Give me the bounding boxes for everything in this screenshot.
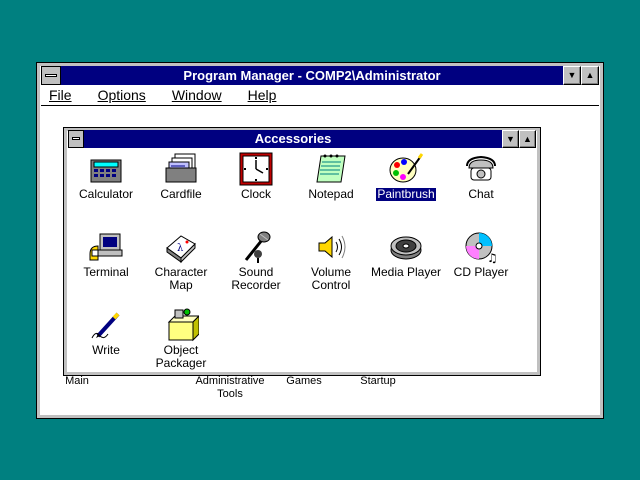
program-calculator[interactable]: Calculator — [66, 152, 146, 201]
svg-text:λ: λ — [177, 243, 184, 254]
paintbrush-icon — [388, 152, 424, 186]
character-map-icon: λ — [163, 230, 199, 264]
program-calculator-label: Calculator — [78, 187, 134, 201]
program-cd-player-label: CD Player — [453, 265, 509, 279]
program-cardfile-label: Cardfile — [160, 187, 202, 201]
accessories-system-menu-button[interactable] — [68, 130, 84, 148]
program-chat[interactable]: Chat — [441, 152, 521, 201]
accessories-window: Accessories ▼ ▲ Calculator Cardfile Cloc… — [63, 127, 541, 376]
menu-options[interactable]: Options — [98, 87, 146, 103]
group-startup-label: Startup — [360, 375, 396, 387]
menu-help[interactable]: Help — [248, 87, 277, 103]
program-volume-control-label: Volume Control — [310, 265, 352, 292]
minimize-button[interactable]: ▼ — [563, 66, 581, 85]
menu-options-label: Options — [97, 87, 146, 103]
group-administrative-tools-label: Administrative Tools — [195, 375, 265, 400]
program-write[interactable]: Write — [66, 308, 146, 357]
program-character-map-label: Character Map — [154, 265, 208, 292]
menu-window-label: Window — [171, 87, 222, 103]
program-clock[interactable]: Clock — [216, 152, 296, 201]
program-cardfile[interactable]: Cardfile — [141, 152, 221, 201]
program-chat-label: Chat — [468, 187, 494, 201]
program-sound-recorder-label: Sound Recorder — [231, 265, 281, 292]
terminal-icon — [88, 230, 124, 264]
menu-file-label: File — [49, 87, 72, 103]
accessories-minimize-button[interactable]: ▼ — [502, 130, 519, 148]
calculator-icon — [88, 152, 124, 186]
cardfile-icon — [163, 152, 199, 186]
program-media-player[interactable]: Media Player — [366, 230, 446, 279]
sound-recorder-icon — [238, 230, 274, 264]
program-character-map[interactable]: λ Character Map — [141, 230, 221, 292]
cd-player-icon: ♫ — [463, 230, 499, 265]
svg-text:♫: ♫ — [487, 251, 498, 264]
object-packager-icon — [163, 308, 201, 342]
system-menu-button[interactable] — [41, 66, 61, 85]
maximize-button[interactable]: ▲ — [581, 66, 599, 85]
group-startup[interactable]: Startup — [333, 375, 423, 388]
program-media-player-label: Media Player — [370, 265, 442, 279]
chat-icon — [463, 152, 499, 186]
program-notepad-label: Notepad — [308, 187, 354, 201]
notepad-icon — [313, 152, 349, 186]
accessories-content: Calculator Cardfile Clock Notepad Paintb… — [68, 150, 536, 371]
program-paintbrush[interactable]: Paintbrush — [366, 152, 446, 201]
menu-window[interactable]: Window — [172, 87, 222, 103]
program-object-packager[interactable]: Object Packager — [141, 308, 221, 370]
program-cd-player[interactable]: ♫ CD Player — [441, 230, 521, 279]
group-main[interactable]: Main — [37, 375, 117, 388]
write-icon — [88, 308, 124, 342]
group-main-label: Main — [65, 375, 89, 387]
program-volume-control[interactable]: Volume Control — [291, 230, 371, 292]
program-paintbrush-label: Paintbrush — [376, 187, 436, 201]
program-terminal-label: Terminal — [83, 265, 129, 279]
volume-control-icon — [313, 230, 349, 264]
accessories-title: Accessories — [84, 130, 502, 148]
menu-bar: File Options Window Help — [41, 85, 599, 106]
program-sound-recorder[interactable]: Sound Recorder — [216, 230, 296, 292]
group-games-label: Games — [286, 375, 322, 387]
clock-icon — [238, 152, 274, 186]
accessories-maximize-button[interactable]: ▲ — [519, 130, 536, 148]
menu-help-label: Help — [247, 87, 277, 103]
program-clock-label: Clock — [240, 187, 271, 201]
program-notepad[interactable]: Notepad — [291, 152, 371, 201]
program-object-packager-label: Object Packager — [155, 343, 207, 370]
program-manager-title: Program Manager - COMP2\Administrator — [61, 66, 563, 85]
program-terminal[interactable]: Terminal — [66, 230, 146, 279]
program-write-label: Write — [92, 343, 120, 357]
media-player-icon — [388, 230, 424, 264]
menu-file[interactable]: File — [49, 87, 72, 103]
